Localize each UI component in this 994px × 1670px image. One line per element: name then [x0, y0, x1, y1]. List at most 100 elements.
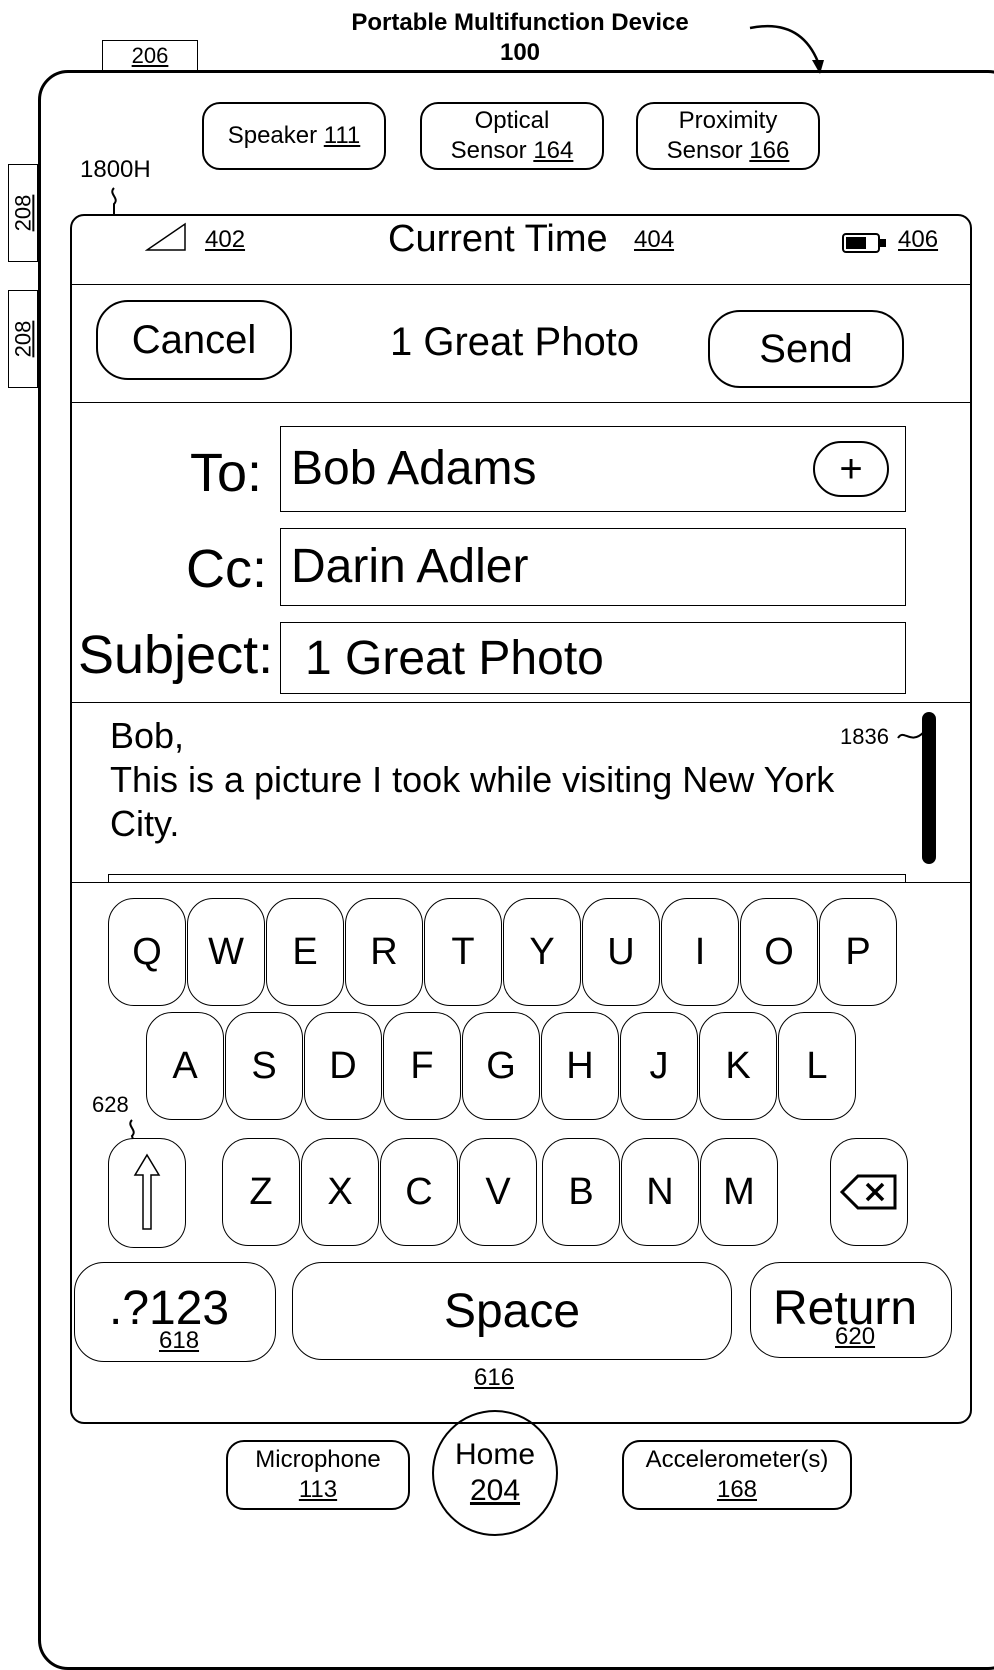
optical-label2: Sensor [450, 137, 527, 164]
body-bottom-edge [108, 874, 906, 882]
cancel-label: Cancel [131, 317, 257, 362]
ref-166: 166 [749, 137, 790, 164]
key-g[interactable]: G [462, 1012, 540, 1120]
ref-616: 616 [474, 1364, 515, 1391]
shift-arrow-icon [133, 1153, 161, 1230]
ref-111: 111 [323, 122, 361, 149]
home-button[interactable]: Home 204 [432, 1410, 558, 1536]
key-j[interactable]: J [620, 1012, 698, 1120]
current-time: Current Time [388, 218, 608, 260]
accelerometer: Accelerometer(s) 168 [622, 1440, 852, 1510]
side-button-1[interactable]: 208 [8, 164, 38, 262]
to-value: Bob Adams [291, 442, 537, 495]
key-j-label: J [649, 1044, 669, 1087]
return-key[interactable]: Return 620 [750, 1262, 952, 1358]
key-z[interactable]: Z [222, 1138, 300, 1246]
fields-divider [70, 702, 972, 703]
to-field[interactable]: Bob Adams + [280, 426, 906, 512]
body-line-1: Bob, [110, 715, 185, 756]
key-b[interactable]: B [542, 1138, 620, 1246]
speaker: Speaker 111 [202, 102, 386, 170]
key-i[interactable]: I [661, 898, 739, 1006]
plus-icon: + [839, 446, 863, 491]
key-c-label: C [405, 1170, 433, 1213]
ref-204: 204 [469, 1474, 521, 1507]
key-p-label: P [845, 930, 871, 973]
key-k[interactable]: K [699, 1012, 777, 1120]
numbers-key[interactable]: .?123 618 [74, 1262, 276, 1362]
cc-value: Darin Adler [291, 540, 529, 593]
key-d[interactable]: D [304, 1012, 382, 1120]
ref-620: 620 [835, 1323, 876, 1350]
ref-113: 113 [298, 1476, 338, 1503]
key-o[interactable]: O [740, 898, 818, 1006]
key-t[interactable]: T [424, 898, 502, 1006]
figure-title-line1: Portable Multifunction Device [351, 9, 689, 36]
key-u[interactable]: U [582, 898, 660, 1006]
key-t-label: T [451, 930, 475, 973]
screen-ref-label: 1800H [80, 156, 151, 183]
backspace-key[interactable] [830, 1138, 908, 1246]
key-f[interactable]: F [383, 1012, 461, 1120]
key-v[interactable]: V [459, 1138, 537, 1246]
microphone: Microphone 113 [226, 1440, 410, 1510]
cancel-button[interactable]: Cancel [96, 300, 292, 380]
optical-label: Optical [474, 107, 550, 134]
key-u-label: U [607, 930, 635, 973]
message-title: 1 Great Photo [390, 320, 640, 364]
to-label: To: [190, 443, 263, 503]
key-l[interactable]: L [778, 1012, 856, 1120]
key-m[interactable]: M [700, 1138, 778, 1246]
key-q[interactable]: Q [108, 898, 186, 1006]
proximity-sensor: Proximity Sensor 166 [636, 102, 820, 170]
key-w-label: W [208, 930, 244, 973]
send-button[interactable]: Send [708, 310, 904, 388]
body-line-2: This is a picture I took while visiting … [110, 759, 835, 800]
subject-field[interactable]: 1 Great Photo [280, 622, 906, 694]
key-s-label: S [251, 1044, 277, 1087]
ref-1836: 1836 [840, 724, 889, 749]
key-n[interactable]: N [621, 1138, 699, 1246]
ref-208-a: 208 [10, 194, 35, 232]
ref-206: 206 [131, 43, 169, 68]
ref-404: 404 [634, 226, 675, 253]
key-i-label: I [694, 930, 706, 973]
key-a[interactable]: A [146, 1012, 224, 1120]
key-e[interactable]: E [266, 898, 344, 1006]
key-y-label: Y [529, 930, 555, 973]
space-key[interactable]: Space [292, 1262, 732, 1360]
ref-628: 628 [92, 1092, 129, 1117]
key-h[interactable]: H [541, 1012, 619, 1120]
key-r[interactable]: R [345, 898, 423, 1006]
key-k-label: K [725, 1044, 751, 1087]
key-c[interactable]: C [380, 1138, 458, 1246]
key-h-label: H [566, 1044, 594, 1087]
ref-208-b: 208 [10, 320, 35, 358]
key-y[interactable]: Y [503, 898, 581, 1006]
key-f-label: F [410, 1044, 434, 1087]
side-button-2[interactable]: 208 [8, 290, 38, 388]
battery-icon [842, 233, 886, 253]
ref-164: 164 [533, 137, 574, 164]
add-recipient-button[interactable]: + [813, 441, 889, 497]
shift-key[interactable] [108, 1138, 186, 1248]
key-r-label: R [370, 930, 398, 973]
key-b-label: B [568, 1170, 594, 1213]
key-p[interactable]: P [819, 898, 897, 1006]
key-q-label: Q [132, 930, 162, 973]
keyboard-divider [70, 882, 972, 883]
message-body[interactable]: Bob, This is a picture I took while visi… [110, 714, 834, 846]
status-divider [70, 284, 972, 285]
subject-label: Subject: [78, 625, 274, 685]
cc-field[interactable]: Darin Adler [280, 528, 906, 606]
home-label: Home [454, 1438, 536, 1471]
key-s[interactable]: S [225, 1012, 303, 1120]
accelerometer-label: Accelerometer(s) [645, 1446, 829, 1473]
ref-402: 402 [205, 226, 246, 253]
scroll-indicator[interactable] [922, 712, 936, 864]
signal-icon [145, 222, 186, 251]
speaker-label: Speaker [227, 122, 318, 149]
key-e-label: E [292, 930, 318, 973]
key-x[interactable]: X [301, 1138, 379, 1246]
key-w[interactable]: W [187, 898, 265, 1006]
